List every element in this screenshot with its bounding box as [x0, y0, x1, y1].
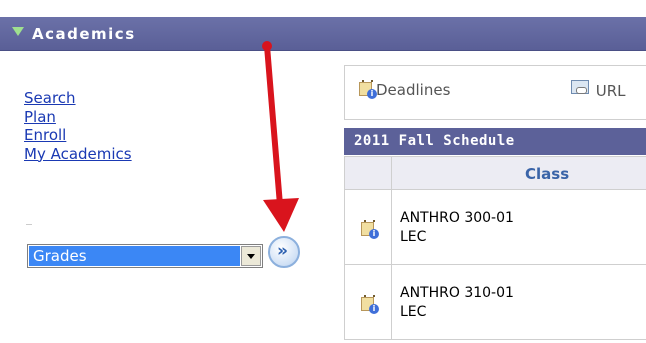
- schedule-info-icon[interactable]: i: [361, 295, 379, 314]
- table-row: i ANTHRO 310-01 LEC: [344, 265, 646, 340]
- course-name: ANTHRO 310-01: [400, 285, 514, 301]
- plan-link[interactable]: Plan: [24, 108, 132, 127]
- go-button[interactable]: »: [268, 236, 300, 268]
- enroll-link[interactable]: Enroll: [24, 126, 132, 145]
- schedule-info-icon[interactable]: i: [361, 220, 379, 239]
- schedule-info-icon: i: [359, 80, 377, 99]
- course-type: LEC: [400, 229, 427, 245]
- collapse-triangle-icon[interactable]: [12, 27, 24, 36]
- url-label: URL: [595, 82, 626, 100]
- schedule-title: 2011 Fall Schedule: [344, 128, 646, 155]
- academics-header[interactable]: Academics: [0, 17, 646, 51]
- course-name: ANTHRO 300-01: [400, 210, 514, 226]
- schedule-toolbar: i Deadlines URL: [344, 65, 646, 120]
- select-value: Grades: [29, 246, 240, 266]
- deadlines-link[interactable]: i Deadlines: [359, 80, 450, 99]
- course-type: LEC: [400, 304, 427, 320]
- url-link-icon: [571, 80, 591, 98]
- search-link[interactable]: Search: [24, 89, 132, 108]
- my-academics-link[interactable]: My Academics: [24, 145, 132, 164]
- class-column-label: Class: [525, 165, 570, 183]
- double-chevron-right-icon: »: [277, 241, 288, 261]
- other-academic-select[interactable]: Grades: [27, 244, 263, 268]
- table-row: i ANTHRO 300-01 LEC: [344, 190, 646, 265]
- divider: [26, 224, 32, 225]
- section-title: Academics: [32, 25, 136, 43]
- deadlines-label: Deadlines: [376, 81, 451, 99]
- academics-nav: Search Plan Enroll My Academics: [24, 89, 132, 163]
- url-link[interactable]: URL: [571, 80, 626, 100]
- dropdown-button[interactable]: [241, 246, 261, 266]
- schedule-column-header: Class: [344, 156, 646, 190]
- chevron-down-icon: [247, 254, 255, 259]
